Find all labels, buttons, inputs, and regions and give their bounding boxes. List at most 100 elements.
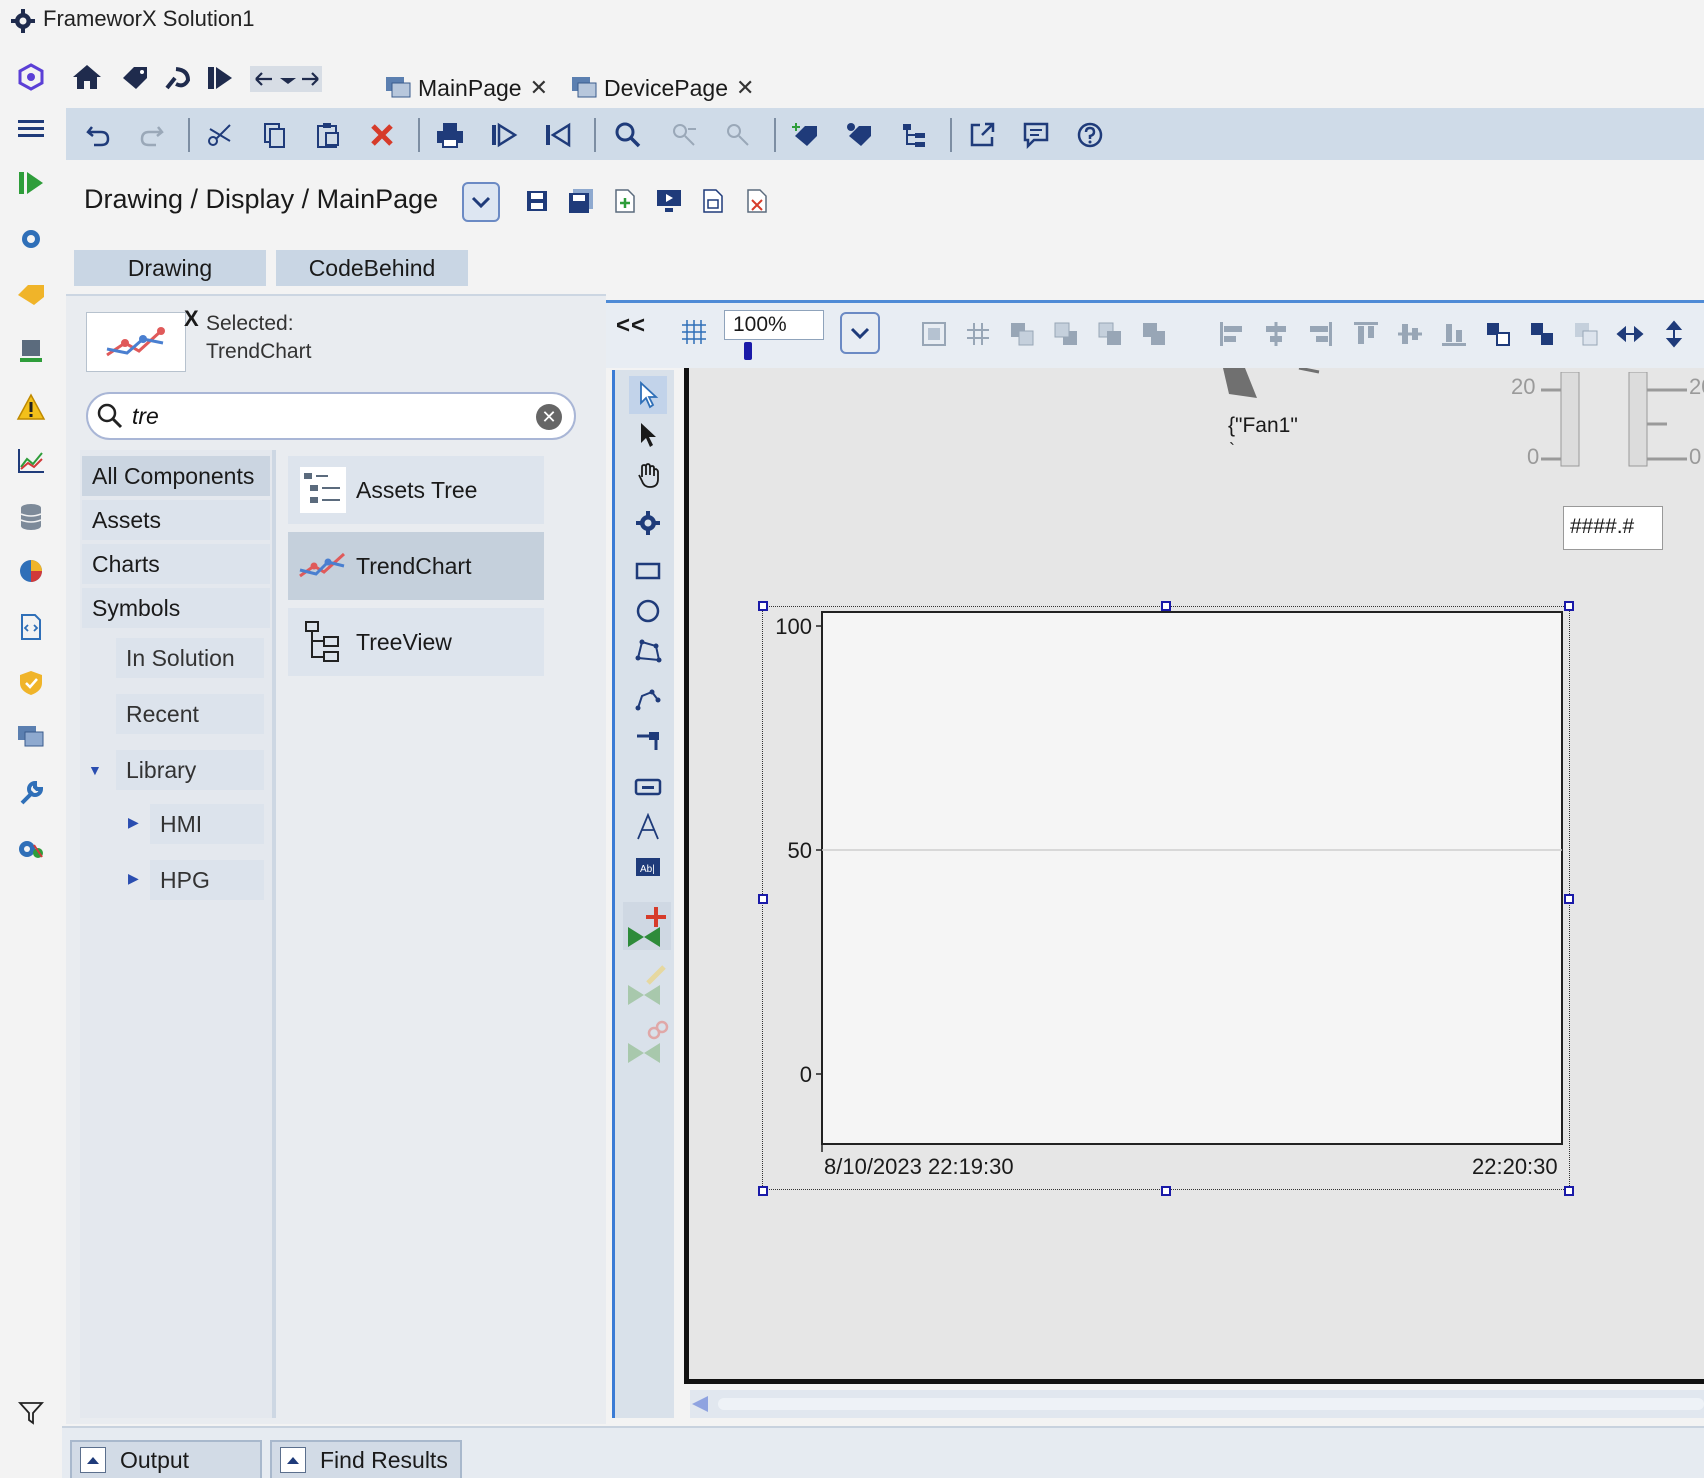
resize-handle[interactable] [1564,894,1574,904]
resize-handle[interactable] [1564,1186,1574,1196]
align-middle-icon[interactable] [1396,320,1424,348]
send-to-back-icon[interactable] [1140,320,1168,348]
deselect-button[interactable]: X [184,306,199,332]
new-tag-icon[interactable] [788,117,824,153]
category-symbols[interactable]: Symbols [82,588,270,628]
displays-icon[interactable] [14,720,48,754]
align-bottom-icon[interactable] [1440,320,1468,348]
zoom-dropdown-button[interactable] [840,312,880,354]
same-size-icon[interactable] [1572,320,1600,348]
polyline-tool-icon[interactable] [629,680,667,718]
tag-icon[interactable] [120,64,150,92]
alarm-warning-icon[interactable] [14,390,48,424]
caret-right-icon[interactable]: ▶ [128,814,139,831]
direct-select-icon[interactable] [629,416,667,454]
properties-gear-icon[interactable] [629,504,667,542]
align-center-icon[interactable] [1262,320,1290,348]
tag-settings-icon[interactable] [842,117,878,153]
align-top-icon[interactable] [1352,320,1380,348]
polygon-tool-icon[interactable] [629,632,667,670]
grid-icon[interactable] [680,318,708,346]
caret-down-icon[interactable]: ▼ [88,762,102,778]
trendchart[interactable]: 100 50 0 8/10/2023 22:19:30 22:20:30 [762,606,1570,1190]
scroll-left-icon[interactable] [690,1394,710,1414]
resize-handle[interactable] [758,894,768,904]
slider-gauges[interactable] [1511,372,1704,472]
security-shield-icon[interactable] [14,666,48,700]
category-recent[interactable]: Recent [116,694,264,734]
resize-handle[interactable] [1161,601,1171,611]
new-page-icon[interactable] [610,186,640,216]
rectangle-tool-icon[interactable] [629,552,667,590]
output-tab[interactable]: Output [70,1440,262,1478]
import-icon[interactable] [486,117,522,153]
tab-codebehind[interactable]: CodeBehind [276,250,468,286]
ungroup-icon[interactable] [964,320,992,348]
pan-hand-icon[interactable] [629,456,667,494]
palette-icon[interactable] [162,64,192,92]
send-backward-icon[interactable] [1052,320,1080,348]
category-charts[interactable]: Charts [82,544,270,584]
reports-pie-icon[interactable] [14,554,48,588]
connector-tool-icon[interactable] [629,722,667,760]
home-icon[interactable] [70,62,104,92]
align-left-icon[interactable] [1218,320,1246,348]
doc-tab-devicepage[interactable]: DevicePage ✕ [570,68,754,108]
category-assets[interactable]: Assets [82,500,270,540]
filter-icon[interactable] [14,1396,48,1430]
add-symbol-icon[interactable] [623,902,671,950]
menu-icon[interactable] [14,112,48,146]
doc-tab-mainpage[interactable]: MainPage ✕ [384,68,548,108]
clear-search-icon[interactable]: ✕ [536,404,562,430]
category-in-solution[interactable]: In Solution [116,638,264,678]
database-icon[interactable] [14,500,48,534]
page-properties-icon[interactable] [698,186,728,216]
close-icon[interactable]: ✕ [530,75,548,101]
preview-display-icon[interactable] [654,186,684,216]
component-trendchart[interactable]: TrendChart [288,532,544,600]
category-library[interactable]: Library [116,750,264,790]
fan-symbol[interactable] [1219,368,1329,400]
zoom-slider-thumb[interactable] [744,342,752,360]
align-right-icon[interactable] [1306,320,1334,348]
ellipse-tool-icon[interactable] [629,592,667,630]
distribute-horizontal-icon[interactable] [1484,320,1512,348]
copy-icon[interactable] [256,117,292,153]
collapse-panel-button[interactable]: << [616,312,646,340]
numeric-display[interactable]: ####.# [1563,506,1663,550]
runtime-icon[interactable] [14,166,48,200]
cut-icon[interactable] [202,117,238,153]
find-results-tab[interactable]: Find Results [270,1440,462,1478]
delete-page-icon[interactable] [742,186,772,216]
category-hmi[interactable]: HMI [150,804,264,844]
close-icon[interactable]: ✕ [736,75,754,101]
component-search[interactable]: ✕ [86,392,576,440]
find-references-icon[interactable] [666,117,702,153]
export-icon[interactable] [540,117,576,153]
scripts-code-icon[interactable] [14,610,48,644]
devices-icon[interactable] [14,334,48,368]
resize-handle[interactable] [758,601,768,611]
gears-config-icon[interactable] [14,832,48,866]
select-pointer-icon[interactable] [629,376,667,414]
open-external-icon[interactable] [964,117,1000,153]
historian-chart-icon[interactable] [14,444,48,478]
flip-horizontal-icon[interactable] [1616,320,1644,348]
hierarchy-icon[interactable] [896,117,932,153]
run-icon[interactable] [206,64,234,92]
scroll-thumb[interactable] [718,1398,1704,1410]
group-icon[interactable] [920,320,948,348]
save-icon[interactable] [522,186,552,216]
find-search-icon[interactable] [610,117,646,153]
find-usage-icon[interactable] [720,117,756,153]
distribute-vertical-icon[interactable] [1528,320,1556,348]
resize-handle[interactable] [758,1186,768,1196]
textbox-tool-icon[interactable]: Ab| [629,848,667,886]
search-input[interactable] [132,402,512,430]
resize-handle[interactable] [1161,1186,1171,1196]
category-hpg[interactable]: HPG [150,860,264,900]
tab-drawing[interactable]: Drawing [74,250,266,286]
horizontal-scrollbar[interactable] [690,1390,1704,1418]
caret-right-icon[interactable]: ▶ [128,870,139,887]
page-dropdown-button[interactable] [462,182,500,222]
